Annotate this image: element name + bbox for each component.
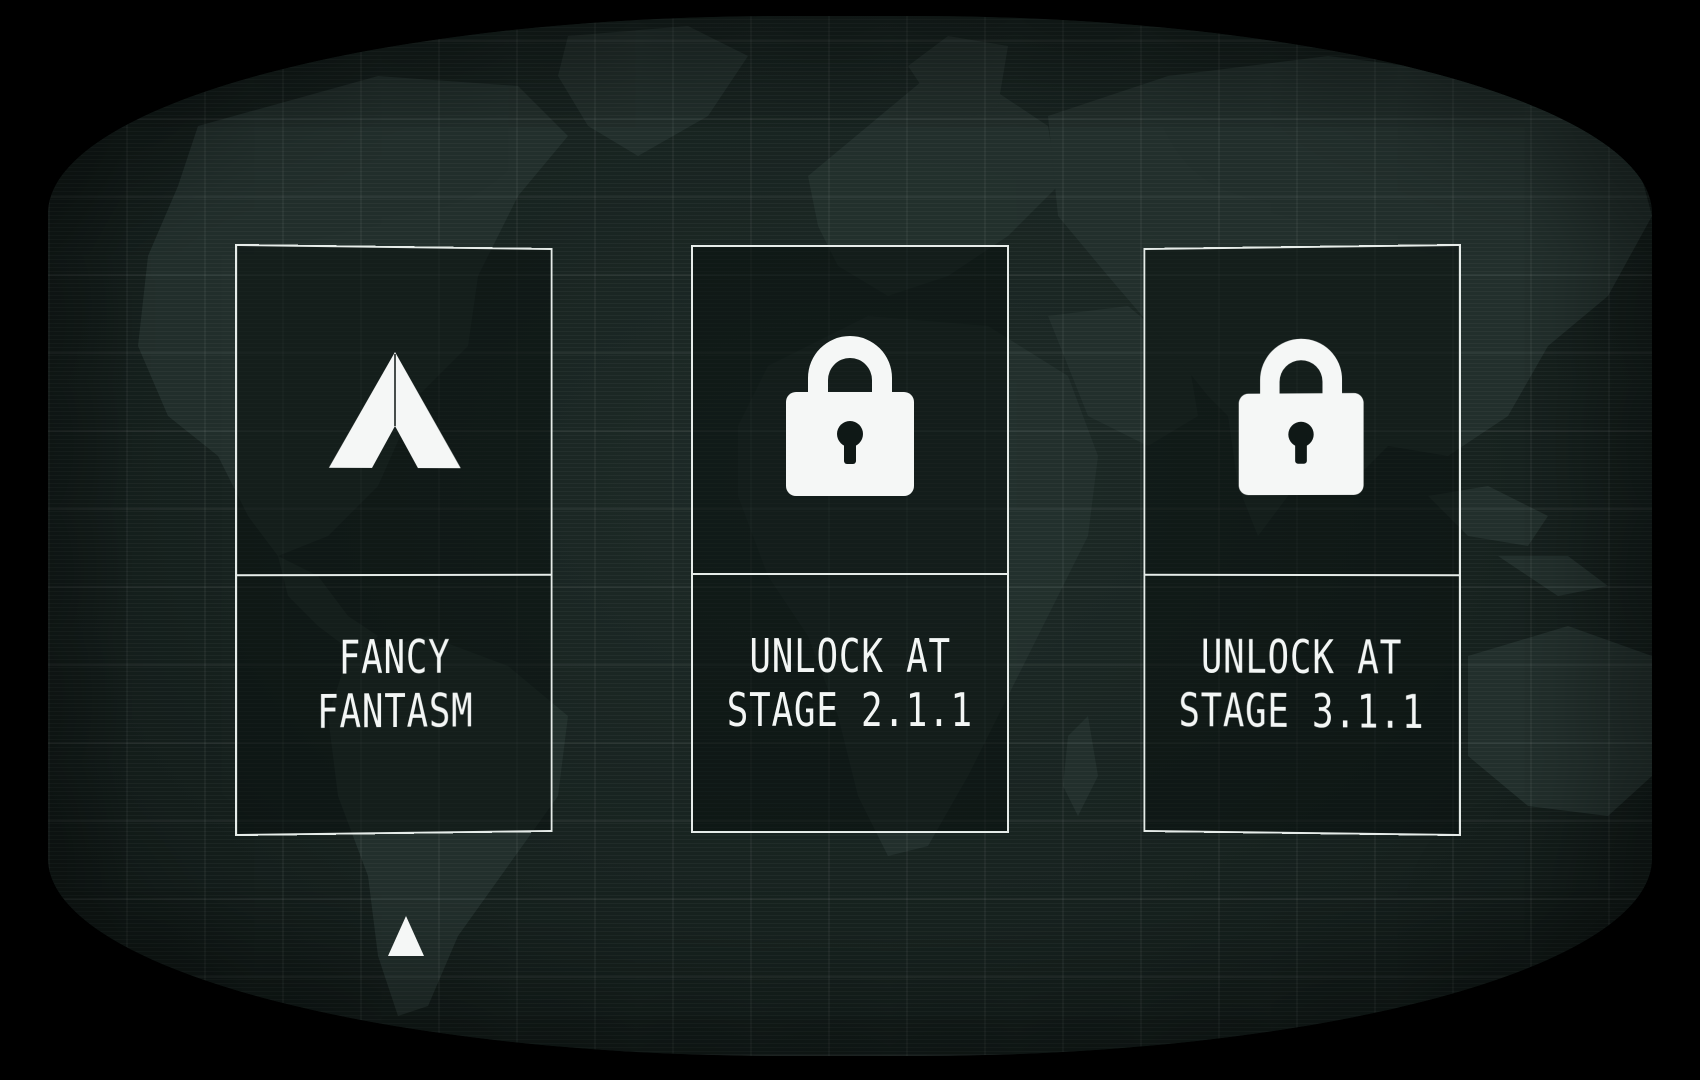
card-label-line-1: UNLOCK AT	[749, 629, 951, 683]
card-label-line-2: STAGE 2.1.1	[726, 683, 974, 737]
ship-arrow-icon	[328, 351, 461, 469]
card-label-line-1: UNLOCK AT	[1200, 629, 1403, 685]
card-icon-area	[1145, 246, 1459, 574]
card-icon-area	[237, 246, 551, 574]
game-screen: FANCY FANTASM UNLOCK AT STAGE 2.1.1 UNLO…	[0, 0, 1700, 1080]
padlock-icon	[1238, 338, 1364, 496]
ship-card-fancy-fantasm[interactable]: FANCY FANTASM	[235, 243, 553, 837]
card-label-area: UNLOCK AT STAGE 2.1.1	[693, 575, 1007, 831]
card-label-area: UNLOCK AT STAGE 3.1.1	[1145, 576, 1459, 834]
locked-card-stage-3[interactable]: UNLOCK AT STAGE 3.1.1	[1143, 243, 1461, 837]
padlock-icon	[786, 336, 914, 496]
card-icon-area	[693, 247, 1007, 573]
card-label-line-2: STAGE 3.1.1	[1178, 683, 1425, 740]
card-label-line-1: FANCY	[338, 629, 451, 685]
card-label-area: FANCY FANTASM	[237, 576, 551, 834]
card-label-line-2: FANTASM	[316, 683, 473, 739]
selector-triangle-icon	[388, 916, 424, 956]
locked-card-stage-2[interactable]: UNLOCK AT STAGE 2.1.1	[691, 245, 1009, 833]
